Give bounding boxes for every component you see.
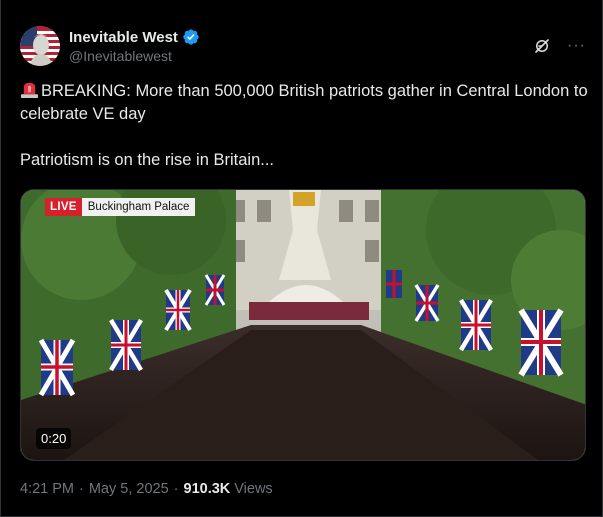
- avatar[interactable]: [20, 26, 60, 66]
- crowd-video-frame: [21, 190, 585, 460]
- tweet-card: Inevitable West @Inevitablewest ··· BREA…: [0, 0, 603, 517]
- display-name[interactable]: Inevitable West: [69, 29, 178, 46]
- meta-separator-2: ·: [173, 481, 179, 497]
- meta-separator: ·: [79, 481, 84, 497]
- rotating-light-icon: [20, 82, 39, 99]
- verified-badge-icon: [183, 29, 199, 45]
- header-actions: ···: [533, 37, 586, 55]
- tweet-line-2: Patriotism is on the rise in Britain...: [20, 151, 275, 169]
- tweet-meta: 4:21 PM · May 5, 2025 · 910.3K Views: [20, 481, 273, 497]
- grok-icon[interactable]: [533, 37, 551, 55]
- live-tag: LIVE: [45, 198, 82, 216]
- views-count[interactable]: 910.3K: [184, 481, 231, 497]
- tweet-header: Inevitable West @Inevitablewest ···: [20, 25, 586, 67]
- video-player[interactable]: LIVE Buckingham Palace 0:20: [20, 189, 586, 461]
- tweet-text: BREAKING: More than 500,000 British patr…: [20, 80, 590, 172]
- views-label: Views: [234, 481, 273, 497]
- name-row: Inevitable West: [69, 28, 200, 46]
- tweet-date[interactable]: May 5, 2025: [89, 481, 169, 497]
- author-handle[interactable]: @Inevitablewest: [69, 48, 200, 64]
- more-options-icon[interactable]: ···: [567, 38, 586, 54]
- tweet-line-1-text: BREAKING: More than 500,000 British patr…: [20, 82, 588, 123]
- tweet-line-1: BREAKING: More than 500,000 British patr…: [20, 80, 590, 126]
- tweet-time[interactable]: 4:21 PM: [20, 481, 74, 497]
- video-duration: 0:20: [36, 428, 72, 449]
- live-location: Buckingham Palace: [81, 198, 196, 216]
- live-badge: LIVE Buckingham Palace: [45, 198, 196, 216]
- author-names: Inevitable West @Inevitablewest: [69, 28, 200, 64]
- statue-flag-avatar-icon: [20, 26, 60, 66]
